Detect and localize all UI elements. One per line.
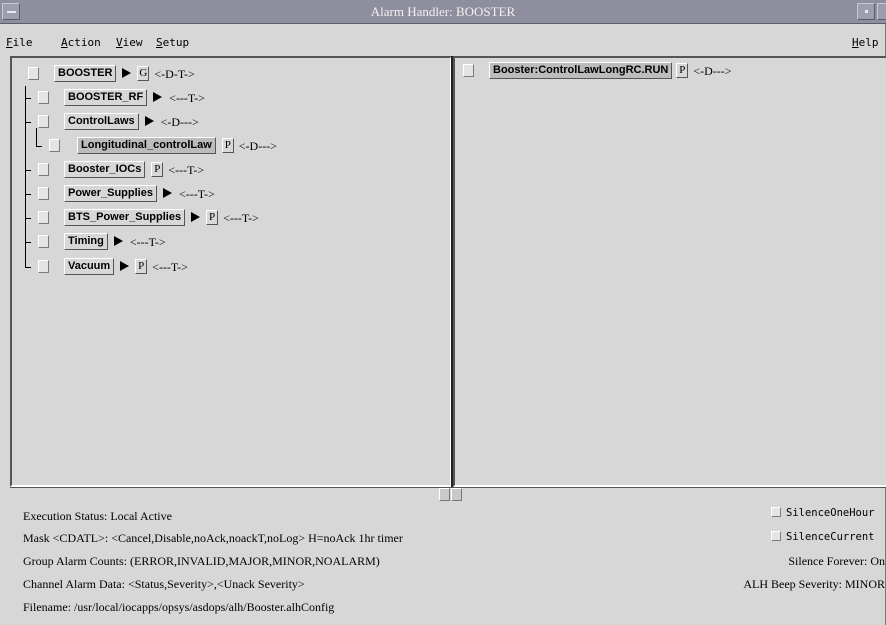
group-mask: <---T-> — [223, 211, 259, 225]
tree-branch — [25, 194, 31, 195]
silence-current-checkbox[interactable] — [771, 531, 781, 541]
silence-current-label: SilenceCurrent — [786, 531, 875, 543]
silence-one-hour-checkbox[interactable] — [771, 507, 781, 517]
group-button[interactable]: BOOSTER_RF — [64, 89, 148, 106]
group-ack-checkbox[interactable] — [38, 163, 49, 176]
process-guidance-button[interactable]: P — [206, 210, 219, 225]
group-ack-checkbox[interactable] — [38, 260, 49, 273]
group-ack-checkbox[interactable] — [38, 91, 49, 104]
channel-mask: <-D---> — [693, 64, 732, 78]
group-mask: <---T-> — [178, 187, 215, 201]
pane-sash[interactable] — [439, 488, 463, 501]
maximize-button[interactable] — [877, 3, 886, 20]
group-ack-checkbox[interactable] — [38, 115, 49, 128]
minimize-button[interactable] — [857, 3, 875, 20]
channel-list-pane: Booster:ControlLawLongRC.RUN P <-D---> — [453, 56, 886, 487]
tree-line-main — [25, 86, 26, 267]
beep-severity-status: ALH Beep Severity: MINOR — [743, 577, 885, 591]
group-mask: <---T-> — [169, 91, 205, 105]
menu-help[interactable]: Help — [852, 36, 879, 49]
sash-left-handle[interactable] — [439, 488, 450, 501]
execution-status: Execution Status: Local Active — [23, 509, 172, 523]
menu-setup[interactable]: Setup — [156, 36, 189, 49]
group-button[interactable]: Power_Supplies — [64, 185, 157, 202]
tree-branch — [25, 122, 31, 123]
mask-legend: Mask <CDATL>: <Cancel,Disable,noAck,noac… — [23, 531, 403, 545]
silence-forever-status: Silence Forever: On — [788, 554, 885, 568]
group-mask: <-D-T-> — [154, 67, 195, 81]
menu-bar: File Action View Setup Help — [0, 34, 886, 52]
group-alarm-counts: Group Alarm Counts: (ERROR,INVALID,MAJOR… — [23, 554, 380, 568]
silence-one-hour-label: SilenceOneHour — [786, 507, 875, 519]
minimize-icon — [865, 10, 868, 13]
expand-arrow-icon[interactable] — [153, 92, 163, 102]
channel-button[interactable]: Booster:ControlLawLongRC.RUN — [489, 62, 673, 79]
group-mask: <-D---> — [160, 115, 199, 129]
sash-right-handle[interactable] — [451, 488, 462, 501]
expand-arrow-icon[interactable] — [162, 188, 172, 198]
filename: Filename: /usr/local/iocapps/opsys/asdop… — [23, 600, 335, 614]
group-ack-checkbox[interactable] — [38, 187, 49, 200]
process-guidance-button[interactable]: P — [676, 63, 689, 78]
window-title: Alarm Handler: BOOSTER — [370, 4, 516, 19]
tree-line-sub — [36, 128, 37, 146]
group-button[interactable]: Booster_IOCs — [64, 161, 146, 178]
menu-view[interactable]: View — [116, 36, 143, 49]
tree-branch — [36, 146, 42, 147]
process-guidance-button[interactable]: G — [137, 66, 150, 81]
expand-arrow-icon[interactable] — [113, 236, 123, 246]
alarm-handler-window: Alarm Handler: BOOSTER File Action View … — [0, 0, 886, 625]
group-ack-checkbox[interactable] — [38, 211, 49, 224]
group-mask: <---T-> — [152, 260, 188, 274]
silence-current-toggle[interactable]: SilenceCurrent — [771, 531, 875, 543]
group-ack-checkbox[interactable] — [28, 67, 39, 80]
menu-action[interactable]: Action — [61, 36, 101, 49]
tree-branch — [25, 242, 31, 243]
group-button[interactable]: BOOSTER — [54, 65, 117, 82]
channel-alarm-data: Channel Alarm Data: <Status,Severity>,<U… — [23, 577, 305, 591]
group-ack-checkbox[interactable] — [49, 139, 60, 152]
tree-branch — [25, 218, 31, 219]
group-ack-checkbox[interactable] — [38, 235, 49, 248]
group-button[interactable]: BTS_Power_Supplies — [64, 209, 186, 226]
channel-ack-checkbox[interactable] — [463, 64, 474, 77]
expand-arrow-icon[interactable] — [122, 68, 132, 78]
tree-branch — [25, 267, 31, 268]
process-guidance-button[interactable]: P — [151, 162, 164, 177]
group-mask: <-D---> — [238, 139, 277, 153]
expand-arrow-icon[interactable] — [144, 116, 154, 126]
process-guidance-button[interactable]: P — [135, 259, 148, 274]
expand-arrow-icon[interactable] — [191, 212, 201, 222]
tree-branch — [25, 170, 31, 171]
group-button[interactable]: Longitudinal_controlLaw — [77, 137, 216, 154]
group-button[interactable]: Vacuum — [64, 258, 115, 275]
tree-branch — [25, 98, 31, 99]
group-mask: <---T-> — [129, 235, 166, 249]
expand-arrow-icon[interactable] — [120, 261, 130, 271]
process-guidance-button[interactable]: P — [221, 138, 234, 153]
menu-file[interactable]: File — [6, 36, 33, 49]
silence-one-hour-toggle[interactable]: SilenceOneHour — [771, 507, 875, 519]
group-button[interactable]: Timing — [64, 233, 108, 250]
group-button[interactable]: ControlLaws — [64, 113, 139, 130]
group-tree-pane: BOOSTER G <-D-T-> BOOSTER_RF <---T-> ControlL… — [10, 56, 452, 487]
group-mask: <---T-> — [168, 163, 205, 177]
title-bar[interactable]: Alarm Handler: BOOSTER — [0, 0, 886, 24]
